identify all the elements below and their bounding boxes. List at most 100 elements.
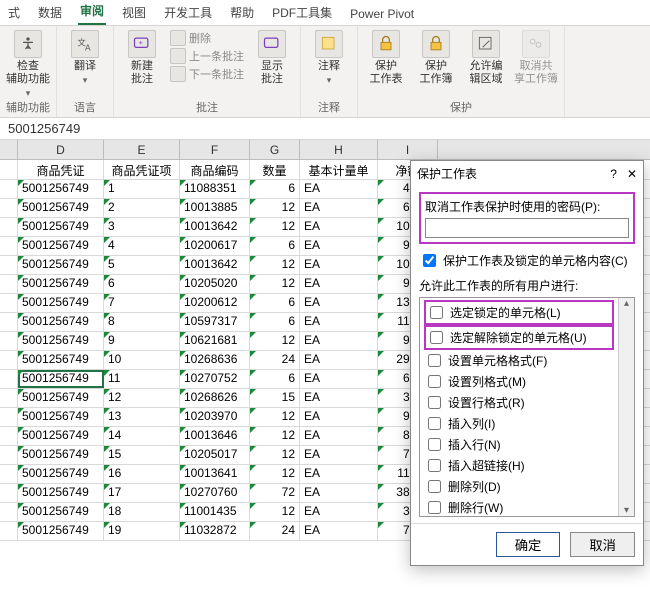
prev-comment-button[interactable]: 上一条批注	[170, 48, 244, 64]
cell[interactable]: 10013885	[180, 199, 250, 217]
cell[interactable]: 8	[104, 313, 180, 331]
column-header[interactable]: D	[18, 140, 104, 159]
tab-3[interactable]: 视图	[120, 0, 148, 25]
cell[interactable]: EA	[300, 408, 378, 426]
cell[interactable]: EA	[300, 427, 378, 445]
permission-option[interactable]: 设置单元格格式(F)	[424, 350, 614, 371]
cell[interactable]: 10203970	[180, 408, 250, 426]
tab-7[interactable]: Power Pivot	[348, 3, 416, 25]
cell[interactable]: 5001256749	[18, 218, 104, 236]
translate-button[interactable]: 文A 翻译 ▾	[63, 30, 107, 86]
tab-6[interactable]: PDF工具集	[270, 0, 334, 25]
cell[interactable]: 10268636	[180, 351, 250, 369]
next-comment-button[interactable]: 下一条批注	[170, 66, 244, 82]
cell[interactable]: EA	[300, 275, 378, 293]
cell[interactable]: 17	[104, 484, 180, 502]
cell[interactable]: 5001256749	[18, 313, 104, 331]
cell[interactable]: EA	[300, 332, 378, 350]
cell[interactable]: 10013641	[180, 465, 250, 483]
cell[interactable]: 5001256749	[18, 408, 104, 426]
cell[interactable]: EA	[300, 218, 378, 236]
new-comment-button[interactable]: + 新建批注	[120, 30, 164, 86]
cell[interactable]: EA	[300, 522, 378, 540]
header-cell[interactable]: 商品凭证项	[104, 160, 180, 179]
dialog-titlebar[interactable]: 保护工作表 ? ✕	[411, 161, 643, 186]
cell[interactable]: 10270752	[180, 370, 250, 388]
cell[interactable]: 6	[250, 237, 300, 255]
cancel-button[interactable]: 取消	[570, 532, 635, 557]
cell[interactable]: 11	[104, 370, 180, 388]
cell[interactable]: EA	[300, 313, 378, 331]
header-cell[interactable]: 商品编码	[180, 160, 250, 179]
allow-edit-ranges-button[interactable]: 允许编辑区域	[464, 30, 508, 86]
permission-option[interactable]: 删除行(W)	[424, 497, 614, 517]
cell[interactable]: EA	[300, 370, 378, 388]
permission-checkbox[interactable]	[428, 354, 441, 367]
cell[interactable]: 11088351	[180, 180, 250, 198]
cell[interactable]: 12	[250, 332, 300, 350]
permission-checkbox[interactable]	[428, 438, 441, 451]
permission-option[interactable]: 插入行(N)	[424, 434, 614, 455]
cell[interactable]: 6	[104, 275, 180, 293]
permission-checkbox[interactable]	[428, 396, 441, 409]
cell[interactable]: 12	[250, 218, 300, 236]
cell[interactable]: 12	[104, 389, 180, 407]
ok-button[interactable]: 确定	[496, 532, 561, 557]
cell[interactable]: 5001256749	[18, 465, 104, 483]
column-header[interactable]: F	[180, 140, 250, 159]
cell[interactable]: 19	[104, 522, 180, 540]
tab-0[interactable]: 式	[6, 0, 22, 25]
cell[interactable]: 6	[250, 180, 300, 198]
cell[interactable]: 5	[104, 256, 180, 274]
cell[interactable]: EA	[300, 446, 378, 464]
cell[interactable]: 6	[250, 313, 300, 331]
tab-2[interactable]: 审阅	[78, 0, 106, 25]
cell[interactable]: 12	[250, 465, 300, 483]
cell[interactable]: 16	[104, 465, 180, 483]
cell[interactable]: 10013646	[180, 427, 250, 445]
permission-option[interactable]: 设置列格式(M)	[424, 371, 614, 392]
formula-bar[interactable]: 5001256749	[0, 118, 650, 140]
cell[interactable]: EA	[300, 465, 378, 483]
notes-button[interactable]: 注释 ▾	[307, 30, 351, 86]
cell[interactable]: 11001435	[180, 503, 250, 521]
cell[interactable]: 18	[104, 503, 180, 521]
permission-option[interactable]: 插入超链接(H)	[424, 455, 614, 476]
cell[interactable]: 13	[104, 408, 180, 426]
cell[interactable]: 5001256749	[18, 389, 104, 407]
cell[interactable]: 10205017	[180, 446, 250, 464]
column-header[interactable]: I	[378, 140, 438, 159]
tab-4[interactable]: 开发工具	[162, 0, 214, 25]
tab-5[interactable]: 帮助	[228, 0, 256, 25]
check-accessibility-button[interactable]: 检查辅助功能 ▾	[6, 30, 50, 99]
cell[interactable]: 10597317	[180, 313, 250, 331]
cell[interactable]: 10200617	[180, 237, 250, 255]
close-icon[interactable]: ✕	[627, 167, 637, 181]
cell[interactable]: 10270760	[180, 484, 250, 502]
cell[interactable]: 5001256749	[18, 275, 104, 293]
cell[interactable]: 10621681	[180, 332, 250, 350]
cell[interactable]: 10013642	[180, 218, 250, 236]
cell[interactable]: 12	[250, 199, 300, 217]
cell[interactable]: 1	[104, 180, 180, 198]
cell[interactable]: 11032872	[180, 522, 250, 540]
cell[interactable]: 4	[104, 237, 180, 255]
permission-checkbox[interactable]	[428, 375, 441, 388]
cell[interactable]: 6	[250, 370, 300, 388]
cell[interactable]: 5001256749	[18, 370, 104, 388]
cell[interactable]: 10205020	[180, 275, 250, 293]
header-cell[interactable]: 数量	[250, 160, 300, 179]
cell[interactable]: 12	[250, 256, 300, 274]
cell[interactable]: 10268626	[180, 389, 250, 407]
permission-checkbox[interactable]	[428, 459, 441, 472]
permission-option[interactable]: 插入列(I)	[424, 413, 614, 434]
protect-sheet-button[interactable]: 保护工作表	[364, 30, 408, 86]
protect-contents-checkbox[interactable]	[423, 254, 436, 267]
protect-workbook-button[interactable]: 保护工作簿	[414, 30, 458, 86]
password-input[interactable]	[425, 218, 629, 238]
cell[interactable]: 12	[250, 427, 300, 445]
permission-option[interactable]: 删除列(D)	[424, 476, 614, 497]
cell[interactable]: 10	[104, 351, 180, 369]
delete-comment-button[interactable]: 删除	[170, 30, 244, 46]
cell[interactable]: 15	[104, 446, 180, 464]
